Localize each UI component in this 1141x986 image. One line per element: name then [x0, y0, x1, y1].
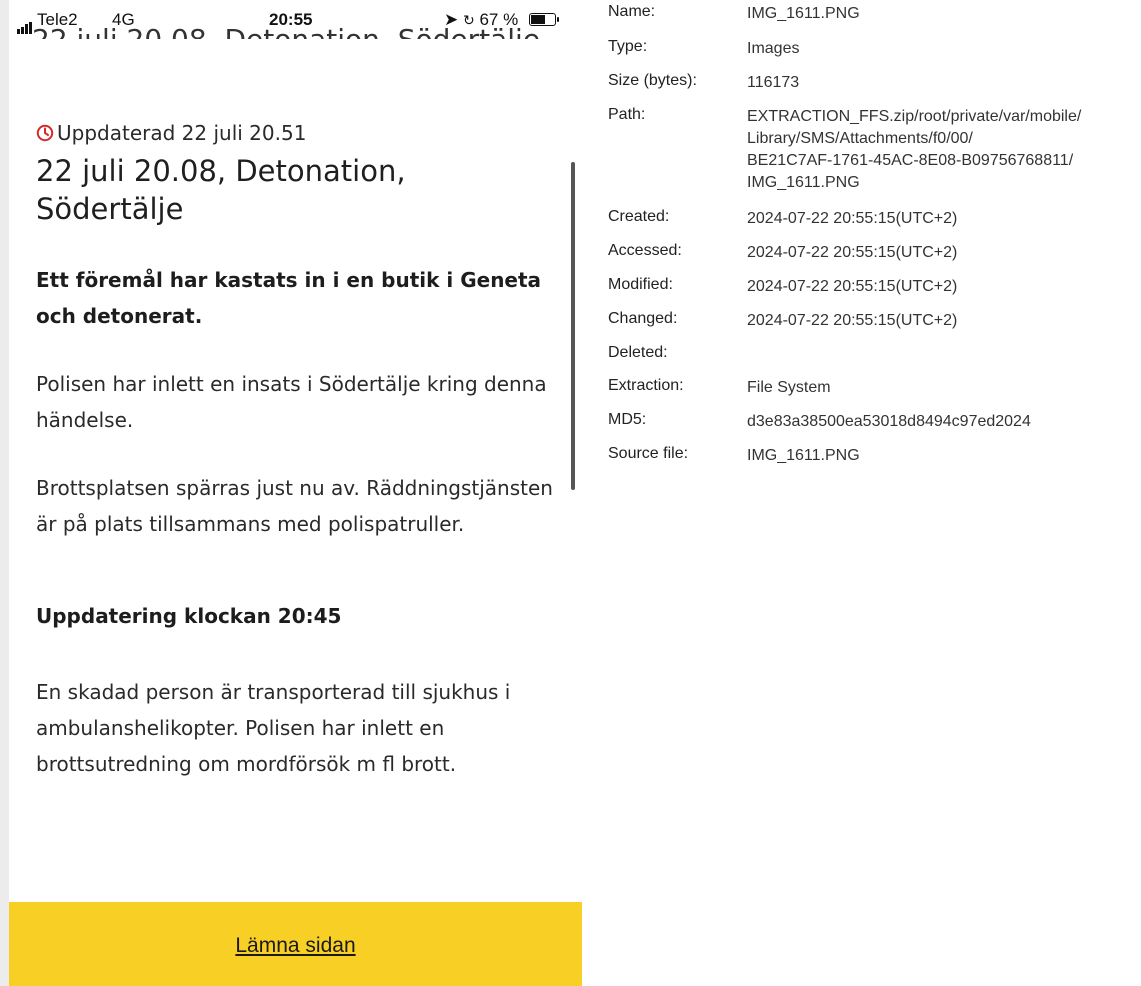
update-subheading: Uppdatering klockan 20:45 — [36, 604, 342, 628]
meta-key-size: Size (bytes): — [608, 72, 697, 89]
signal-icon — [17, 14, 33, 34]
article-lead: Ett föremål har kastats in i en butik i … — [36, 268, 542, 328]
path-line: IMG_1611.PNG — [747, 174, 860, 191]
scrollbar[interactable] — [571, 162, 575, 490]
meta-value-modified: 2024-07-22 20:55:15(UTC+2) — [747, 278, 958, 295]
meta-key-md5: MD5: — [608, 411, 647, 428]
meta-key-accessed: Accessed: — [608, 242, 682, 259]
meta-value-changed: 2024-07-22 20:55:15(UTC+2) — [747, 312, 958, 329]
meta-key-deleted: Deleted: — [608, 344, 668, 361]
meta-value-created: 2024-07-22 20:55:15(UTC+2) — [747, 210, 958, 227]
meta-value-size: 116173 — [747, 74, 800, 91]
meta-value-type: Images — [747, 40, 800, 57]
meta-value-path: EXTRACTION_FFS.zip/root/private/var/mobi… — [747, 106, 1141, 194]
meta-value-accessed: 2024-07-22 20:55:15(UTC+2) — [747, 244, 958, 261]
updated-text: Uppdaterad 22 juli 20.51 — [57, 121, 307, 145]
phone-edge — [0, 0, 9, 986]
meta-key-path: Path: — [608, 106, 646, 123]
article-paragraph-3: En skadad person är transporterad till s… — [36, 680, 511, 776]
meta-key-created: Created: — [608, 208, 670, 225]
updated-line: Uppdaterad 22 juli 20.51 — [36, 121, 306, 147]
scrolled-title: 22 juli 20.08, Detonation, Södertälje — [32, 17, 540, 39]
meta-value-name: IMG_1611.PNG — [747, 5, 860, 22]
article-paragraph-1: Polisen har inlett en insats i Södertälj… — [36, 372, 547, 432]
meta-value-source: IMG_1611.PNG — [747, 447, 860, 464]
clock-icon — [36, 123, 54, 147]
meta-value-md5: d3e83a38500ea53018d8494c97ed2024 — [747, 413, 1031, 430]
meta-key-extraction: Extraction: — [608, 377, 684, 394]
article-paragraph-2: Brottsplatsen spärras just nu av. Räddni… — [36, 476, 553, 536]
meta-key-source: Source file: — [608, 445, 689, 462]
leave-page-link[interactable]: Lämna sidan — [9, 934, 582, 958]
leave-page-bar[interactable]: Lämna sidan — [9, 902, 582, 986]
meta-key-modified: Modified: — [608, 276, 673, 293]
path-line: BE21C7AF-1761-45AC-8E08-B09756768811/ — [747, 152, 1074, 169]
meta-key-changed: Changed: — [608, 310, 678, 327]
path-line: Library/SMS/Attachments/f0/00/ — [747, 130, 973, 147]
path-line: EXTRACTION_FFS.zip/root/private/var/mobi… — [747, 108, 1082, 125]
meta-key-name: Name: — [608, 3, 656, 20]
phone-screenshot: Tele2 4G 20:55 ➤ ↻ 67 % 22 juli 20.08, D… — [0, 0, 582, 986]
meta-value-extraction: File System — [747, 379, 831, 396]
meta-key-type: Type: — [608, 38, 648, 55]
article-headline: 22 juli 20.08, Detonation, Södertälje — [36, 154, 406, 226]
